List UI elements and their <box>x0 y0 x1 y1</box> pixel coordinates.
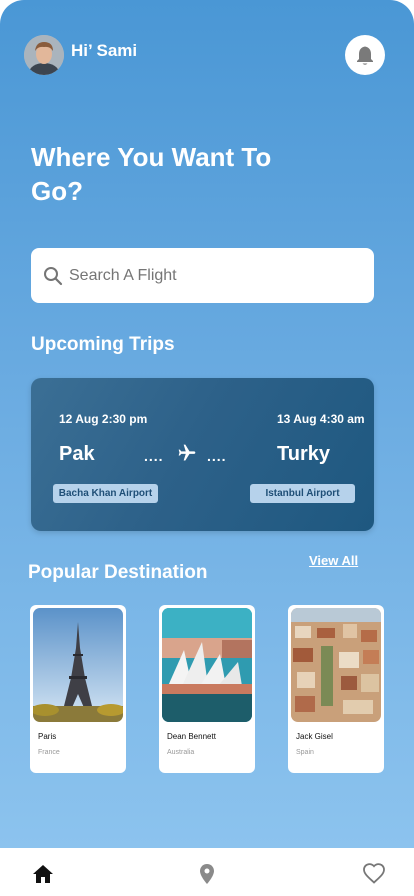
home-icon <box>33 865 53 883</box>
search-input[interactable] <box>69 266 349 285</box>
to-city: Turky <box>277 443 330 465</box>
nav-home-button[interactable] <box>31 862 55 886</box>
search-bar[interactable] <box>31 248 374 303</box>
destination-card[interactable]: Dean Bennett Australia <box>159 605 255 773</box>
destination-country: Spain <box>296 749 314 756</box>
avatar-image <box>24 35 64 75</box>
destination-card[interactable]: Paris France <box>30 605 126 773</box>
bottom-nav <box>0 848 414 896</box>
nav-location-button[interactable] <box>195 862 219 886</box>
home-screen: Hi’ Sami Where You Want To Go? Upcoming … <box>0 0 414 848</box>
destination-image-sydney <box>162 608 252 722</box>
upcoming-trips-title: Upcoming Trips <box>31 334 175 355</box>
destination-name: Dean Bennett <box>167 732 216 741</box>
popular-destination-title: Popular Destination <box>28 562 208 583</box>
destination-name: Jack Gisel <box>296 732 333 741</box>
page-title: Where You Want To Go? <box>31 142 272 206</box>
departure-time: 12 Aug 2:30 pm <box>59 412 148 426</box>
heart-icon <box>363 863 385 884</box>
destination-card[interactable]: Jack Gisel Spain <box>288 605 384 773</box>
route-dots-right: .... <box>207 448 227 464</box>
notification-button[interactable] <box>345 35 385 75</box>
avatar[interactable] <box>24 35 64 75</box>
from-airport-badge: Bacha Khan Airport <box>53 484 158 503</box>
destination-country: France <box>38 749 60 756</box>
trip-card[interactable]: 12 Aug 2:30 pm 13 Aug 4:30 am Pak .... .… <box>31 378 374 531</box>
nav-favorites-button[interactable] <box>362 862 386 886</box>
destination-image-spain <box>291 608 381 722</box>
search-icon <box>44 266 63 285</box>
to-airport-badge: Istanbul Airport <box>250 484 355 503</box>
location-icon <box>200 864 214 884</box>
destination-name: Paris <box>38 732 57 741</box>
plane-icon <box>178 444 196 461</box>
destination-country: Australia <box>167 749 195 756</box>
arrival-time: 13 Aug 4:30 am <box>277 412 365 426</box>
from-city: Pak <box>59 443 95 465</box>
bell-icon <box>357 45 373 65</box>
greeting-text: Hi’ Sami <box>71 41 138 60</box>
destination-image-paris <box>33 608 123 722</box>
route-dots-left: .... <box>144 448 164 464</box>
view-all-link[interactable]: View All <box>309 553 358 568</box>
